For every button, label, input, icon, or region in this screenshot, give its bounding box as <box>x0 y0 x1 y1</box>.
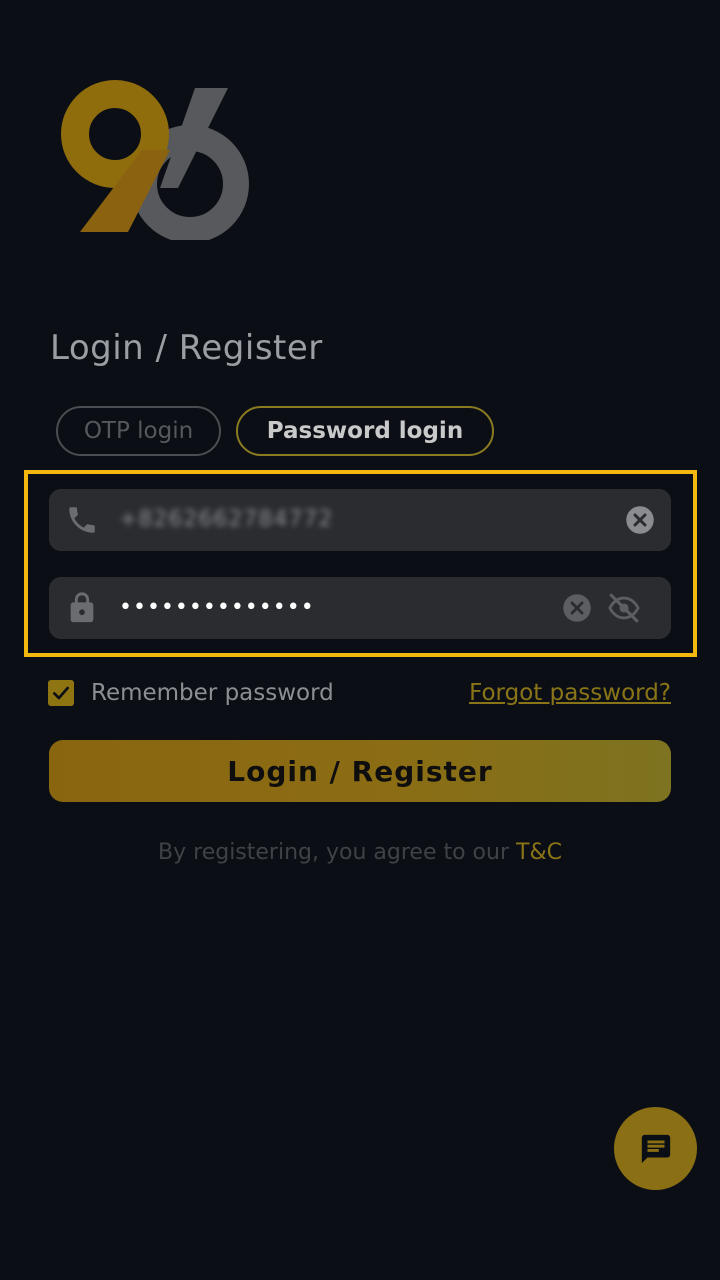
visibility-off-icon[interactable] <box>607 591 641 625</box>
terms-prefix: By registering, you agree to our <box>158 840 516 865</box>
phone-field[interactable]: +8262662784772 <box>49 489 671 551</box>
brand-logo <box>61 80 249 240</box>
remember-password[interactable]: Remember password <box>48 680 334 706</box>
forgot-password-link[interactable]: Forgot password? <box>469 680 671 706</box>
chat-icon <box>641 1134 670 1163</box>
login-register-button[interactable]: Login / Register <box>49 740 671 802</box>
remember-label: Remember password <box>91 680 334 706</box>
tab-otp-login[interactable]: OTP login <box>56 406 221 456</box>
checkmark-icon <box>53 686 69 700</box>
phone-value: +8262662784772 <box>119 507 334 532</box>
password-field[interactable]: •••••••••••••• <box>49 577 671 639</box>
remember-checkbox[interactable] <box>48 680 74 706</box>
terms-link[interactable]: T&C <box>516 840 562 865</box>
clear-password-icon[interactable] <box>562 593 592 623</box>
page-title: Login / Register <box>50 328 323 368</box>
clear-phone-icon[interactable] <box>625 505 655 535</box>
tab-password-login[interactable]: Password login <box>236 406 494 456</box>
password-value: •••••••••••••• <box>119 595 315 620</box>
chat-button[interactable] <box>614 1107 697 1190</box>
login-screen: Login / Register OTP login Password logi… <box>0 0 720 1280</box>
phone-icon <box>69 507 95 533</box>
terms-text: By registering, you agree to our T&C <box>0 840 720 865</box>
lock-icon <box>70 592 94 623</box>
